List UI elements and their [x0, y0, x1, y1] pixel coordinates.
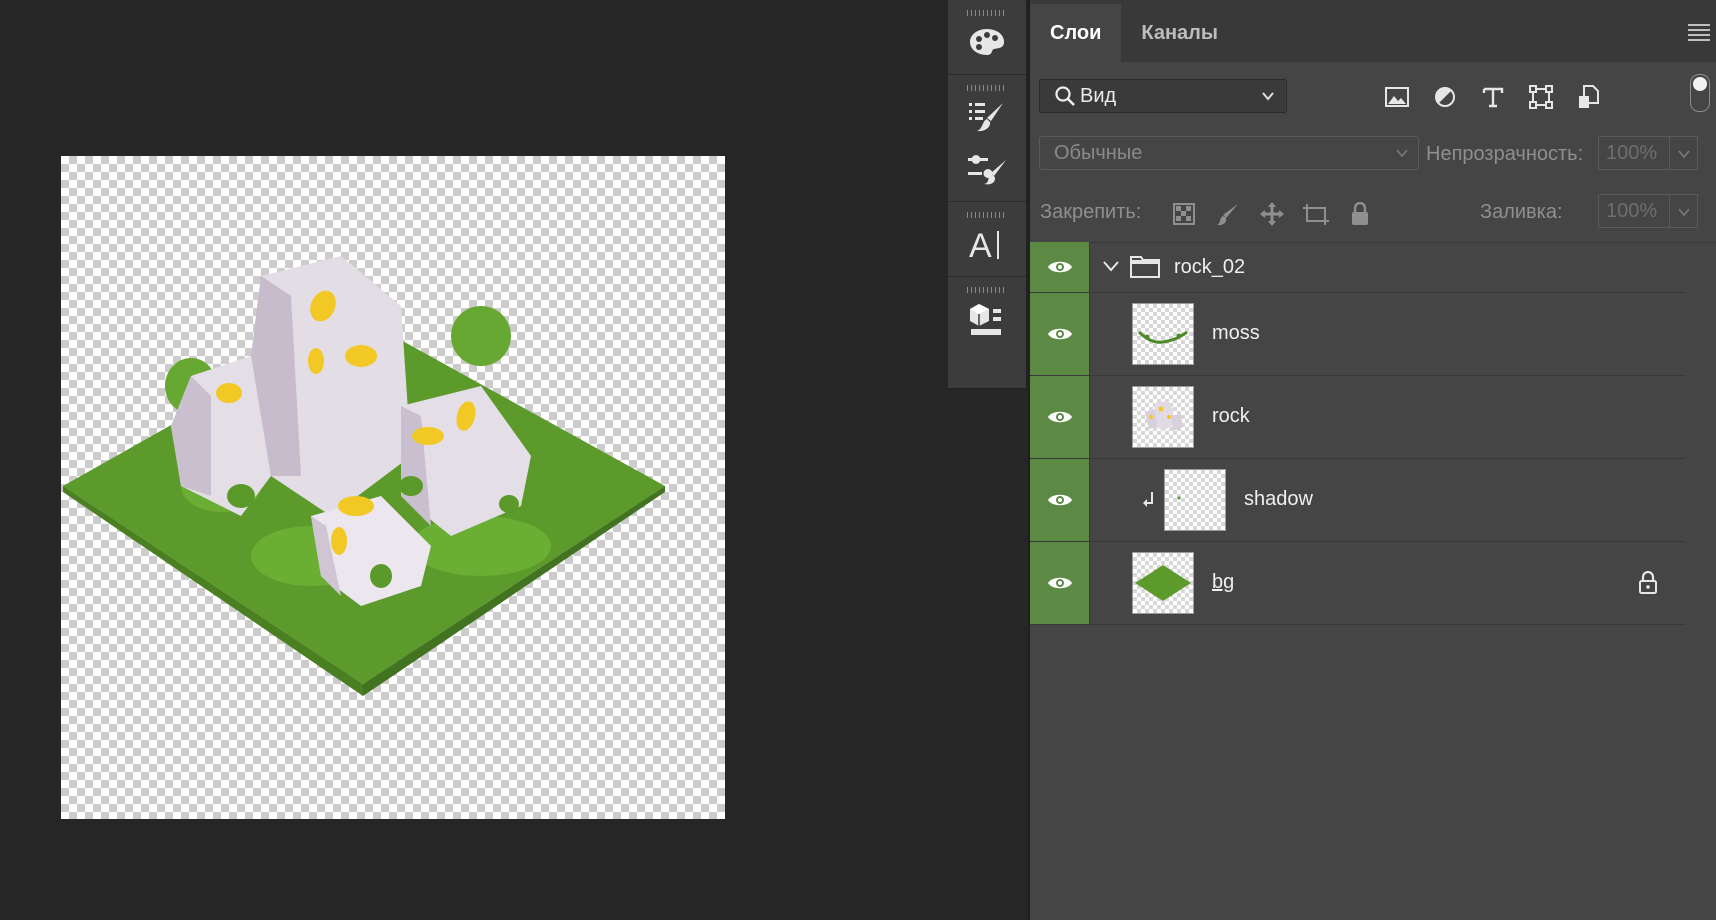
lock-icon[interactable] — [1638, 571, 1658, 595]
fill-input[interactable]: 100% — [1598, 194, 1670, 228]
layer-shadow[interactable]: shadow — [1030, 459, 1685, 542]
chevron-down-icon — [1678, 150, 1690, 159]
tool-group-brushes — [948, 75, 1026, 202]
lock-artboard-icon[interactable] — [1294, 201, 1338, 227]
clipping-mask-arrow-icon — [1143, 492, 1153, 507]
layer-rock[interactable]: rock — [1030, 376, 1685, 459]
folder-icon — [1130, 256, 1160, 278]
opacity-input[interactable]: 100% — [1598, 136, 1670, 170]
eye-icon — [1047, 577, 1072, 589]
lock-icons — [1162, 201, 1382, 227]
rock-artwork — [63, 256, 665, 696]
tab-channels[interactable]: Каналы — [1121, 4, 1238, 62]
fill-dropdown-button[interactable] — [1670, 194, 1698, 228]
layer-group-rock-02[interactable]: rock_02 — [1030, 242, 1685, 293]
eye-icon — [1047, 494, 1072, 506]
eye-icon — [1047, 411, 1072, 423]
eye-icon — [1047, 261, 1072, 273]
visibility-toggle[interactable] — [1030, 242, 1090, 292]
chevron-down-icon — [1396, 149, 1408, 158]
layer-thumbnail — [1164, 469, 1226, 531]
visibility-toggle[interactable] — [1030, 542, 1090, 624]
canvas-area[interactable] — [0, 0, 948, 920]
type-filter-icon[interactable] — [1469, 81, 1517, 113]
layer-name: bg — [1212, 571, 1235, 593]
panel-tabs: Слои Каналы — [1030, 0, 1716, 62]
layer-moss[interactable]: moss — [1030, 293, 1685, 376]
visibility-toggle[interactable] — [1030, 459, 1090, 541]
tool-group-swatches — [948, 0, 1026, 75]
image-filter-icon[interactable] — [1373, 81, 1421, 113]
opacity-dropdown-button[interactable] — [1670, 136, 1698, 170]
visibility-toggle[interactable] — [1030, 293, 1090, 375]
tool-group-3d — [948, 277, 1026, 351]
layer-name: shadow — [1244, 488, 1313, 510]
layers-list: rock_02 moss rock shadow bg — [1030, 242, 1685, 625]
filter-toggle-switch[interactable] — [1690, 74, 1710, 112]
chevron-down-icon — [1262, 92, 1274, 101]
brush-presets-icon[interactable] — [948, 91, 1026, 143]
filter-kind-label: Вид — [1080, 84, 1117, 107]
shape-filter-icon[interactable] — [1517, 81, 1565, 113]
panel-menu-icon[interactable] — [1688, 24, 1710, 44]
lock-fill-row: Закрепить: Заливка: 100% — [1030, 184, 1716, 243]
tab-layers[interactable]: Слои — [1030, 4, 1122, 62]
adjustment-filter-icon[interactable] — [1421, 81, 1469, 113]
collapsed-panels-strip: A — [948, 0, 1027, 389]
document-canvas[interactable] — [61, 156, 725, 819]
blend-mode-select[interactable]: Обычные — [1039, 136, 1419, 170]
layers-panel: Слои Каналы Вид Обычные Непрозрачность: … — [1028, 0, 1716, 920]
layer-name: rock — [1212, 405, 1250, 427]
tool-group-character: A — [948, 202, 1026, 277]
lock-position-icon[interactable] — [1250, 201, 1294, 227]
fill-label: Заливка: — [1480, 201, 1563, 223]
smart-object-filter-icon[interactable] — [1565, 81, 1613, 113]
layer-bg[interactable]: bg — [1030, 542, 1685, 625]
character-styles-icon[interactable]: A — [948, 218, 1026, 270]
opacity-label: Непрозрачность: — [1426, 143, 1584, 165]
layer-thumbnail — [1132, 386, 1194, 448]
swatches-icon[interactable] — [948, 16, 1026, 68]
chevron-down-icon — [1678, 208, 1690, 217]
layer-thumbnail — [1132, 552, 1194, 614]
lock-all-icon[interactable] — [1338, 201, 1382, 227]
filter-kind-select[interactable]: Вид — [1039, 79, 1287, 113]
layer-thumbnail — [1132, 303, 1194, 365]
3d-materials-icon[interactable] — [948, 293, 1026, 345]
visibility-toggle[interactable] — [1030, 376, 1090, 458]
svg-text:A: A — [969, 227, 992, 261]
eye-icon — [1047, 328, 1072, 340]
filter-icons — [1373, 81, 1613, 113]
blend-opacity-row: Обычные Непрозрачность: 100% — [1030, 128, 1716, 184]
chevron-down-icon[interactable] — [1102, 259, 1120, 273]
search-icon — [1055, 86, 1075, 106]
lock-image-pixels-icon[interactable] — [1206, 201, 1250, 227]
lock-label: Закрепить: — [1040, 201, 1142, 223]
layer-name: moss — [1212, 322, 1260, 344]
lock-transparent-pixels-icon[interactable] — [1162, 201, 1206, 227]
blend-mode-label: Обычные — [1054, 142, 1143, 164]
layer-name: rock_02 — [1174, 256, 1246, 278]
filter-row: Вид — [1030, 62, 1716, 128]
brush-settings-icon[interactable] — [948, 143, 1026, 195]
